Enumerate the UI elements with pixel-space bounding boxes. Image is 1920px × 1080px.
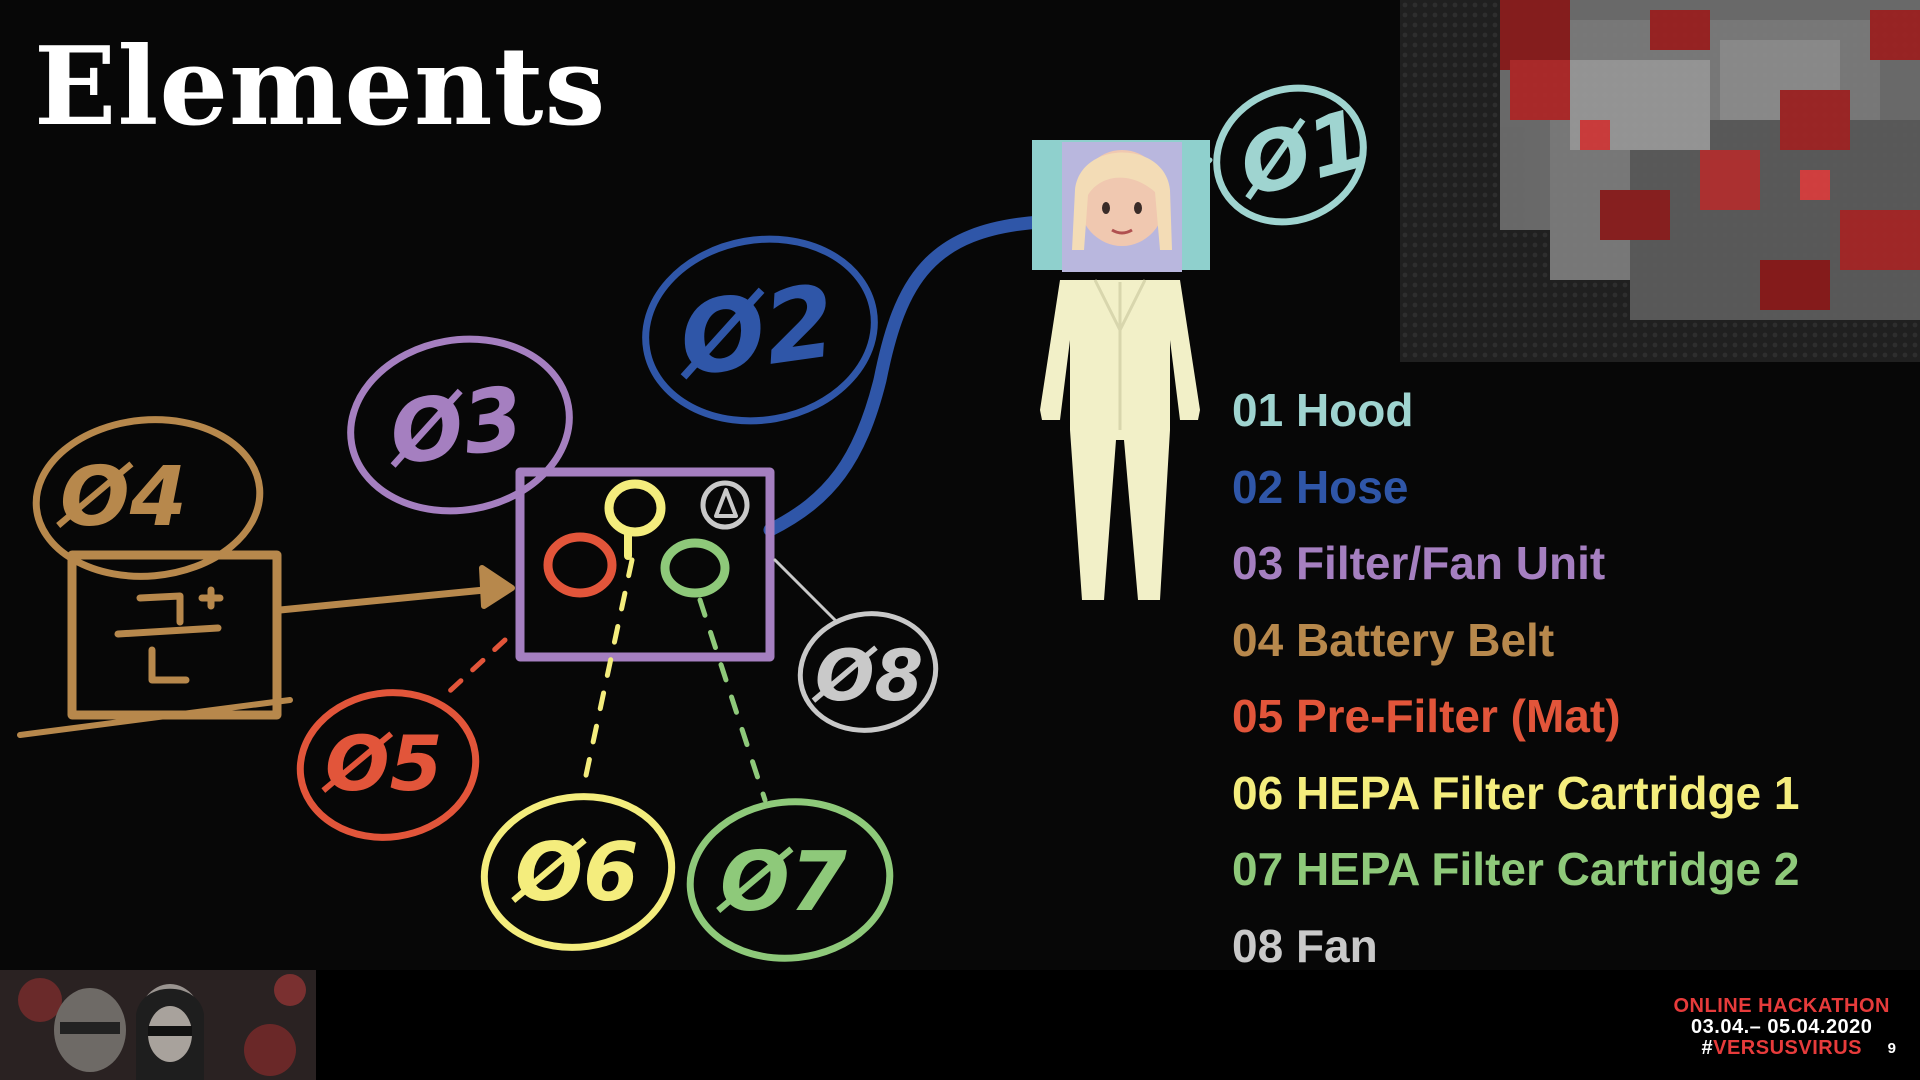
legend-item-hood: 01 Hood [1232, 384, 1414, 436]
sketch-label-battery-belt: Ø4 [56, 450, 187, 545]
team-photo [0, 970, 316, 1080]
hackathon-line-1: ONLINE HACKATHON [1673, 995, 1890, 1017]
page-number: 9 [1887, 1040, 1896, 1057]
battery-plus-minus-icon [114, 586, 224, 684]
sketch-label-hepa-1: Ø6 [511, 826, 639, 919]
sketch-label-fan: Ø8 [811, 635, 923, 717]
sketch-label-filter-fan-unit: Ø3 [379, 368, 530, 486]
elements-legend: 01 Hood 02 Hose 03 Filter/Fan Unit 04 Ba… [1232, 372, 1800, 984]
hashtag-symbol: # [1701, 1037, 1714, 1059]
person-in-protective-suit-icon [1032, 140, 1210, 600]
sketch-label-hepa-2: Ø7 [716, 835, 847, 930]
hackathon-branding: ONLINE HACKATHON 03.04.– 05.04.2020 #VER… [1673, 996, 1890, 1059]
hashtag-text: VERSUSVIRUS [1713, 1037, 1862, 1059]
filter-fan-unit-box [515, 467, 775, 662]
legend-item-hose: 02 Hose [1232, 460, 1409, 513]
legend-item-hepa-1: 06 HEPA Filter Cartridge 1 [1232, 766, 1800, 819]
slide: Elements Ø1 Ø2 Ø3 Ø4 Ø5 Ø6 Ø7 Ø8 01 Hood… [0, 0, 1920, 1080]
legend-item-pre-filter: 05 Pre-Filter (Mat) [1232, 690, 1621, 742]
battery-box [67, 550, 282, 720]
legend-item-filter-fan-unit: 03 Filter/Fan Unit [1232, 537, 1606, 589]
hackathon-dates: 03.04.– 05.04.2020 [1691, 1016, 1873, 1038]
legend-item-battery-belt: 04 Battery Belt [1232, 613, 1555, 666]
hackathon-hashtag: #VERSUSVIRUS [1673, 1038, 1890, 1059]
legend-item-hepa-2: 07 HEPA Filter Cartridge 2 [1232, 843, 1800, 895]
sketch-label-hood: Ø1 [1226, 92, 1377, 218]
sketch-label-pre-filter: Ø5 [321, 719, 443, 808]
battery-to-unit-arrow [276, 584, 509, 614]
sketch-label-hose: Ø2 [668, 262, 842, 400]
